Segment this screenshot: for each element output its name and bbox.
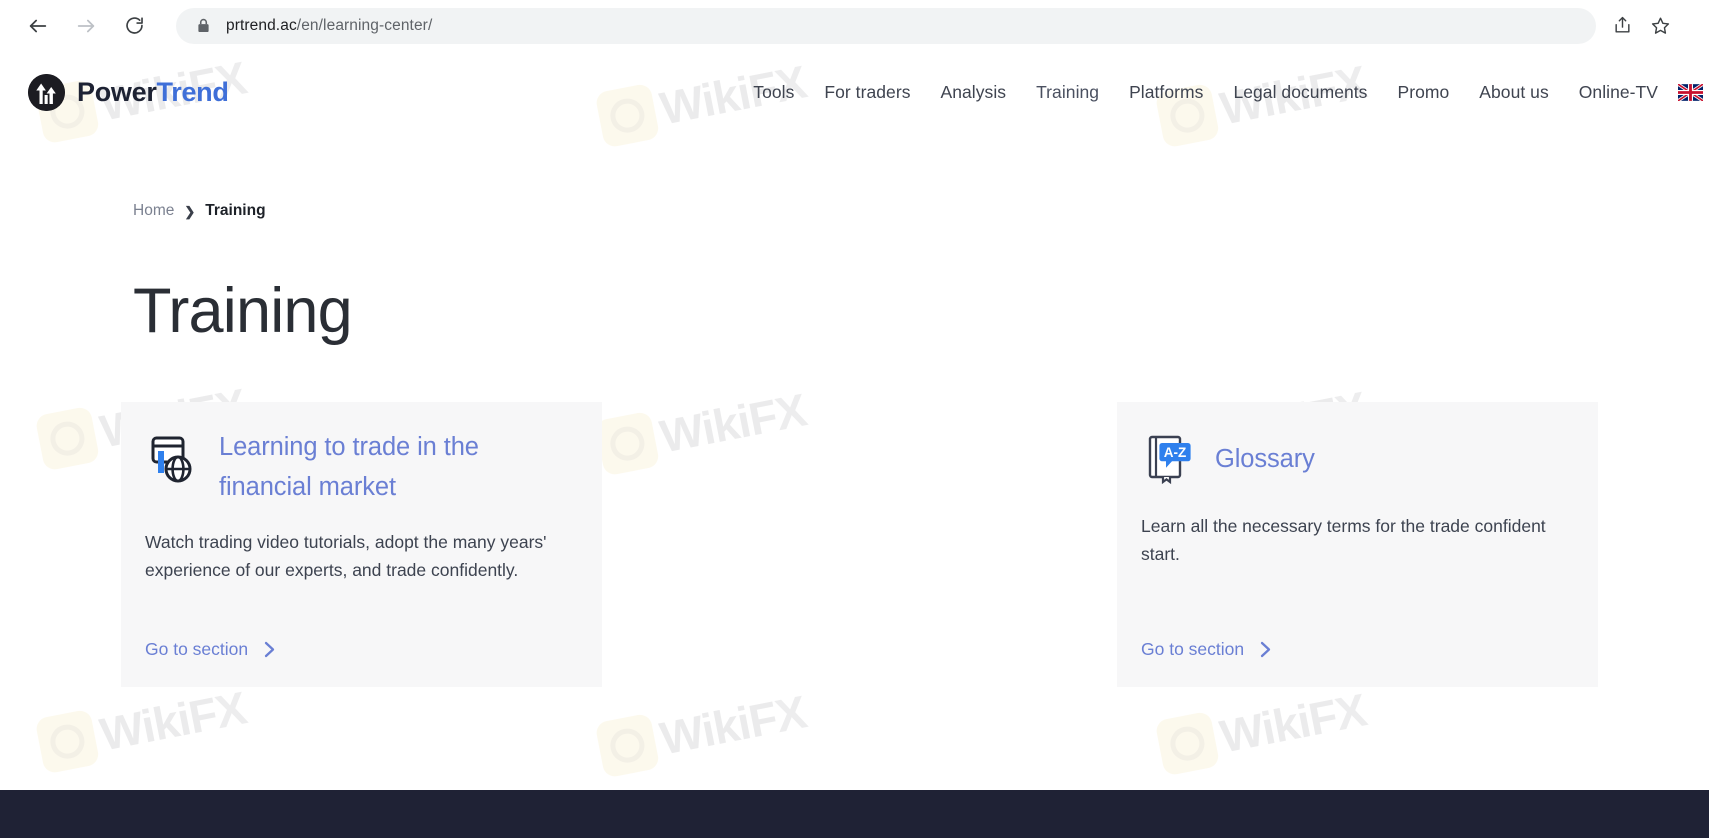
- breadcrumb: Home ❯ Training: [0, 134, 1709, 220]
- language-switcher[interactable]: [1677, 73, 1703, 113]
- card-header: Learning to trade in the financial marke…: [145, 426, 578, 507]
- svg-text:A-Z: A-Z: [1164, 445, 1187, 460]
- arrow-left-icon: [27, 15, 49, 37]
- url-text: prtrend.ac/en/learning-center/: [226, 17, 432, 35]
- address-bar[interactable]: prtrend.ac/en/learning-center/: [176, 8, 1596, 44]
- star-icon: [1651, 16, 1670, 35]
- page-title: Training: [0, 220, 1709, 344]
- card-title: Glossary: [1215, 426, 1315, 480]
- watermark: WikiFX: [1155, 682, 1371, 777]
- cards-spacer: [602, 402, 1117, 687]
- chevron-right-icon: ❯: [184, 205, 195, 218]
- browser-toolbar: prtrend.ac/en/learning-center/: [0, 0, 1709, 51]
- training-cards-row: Learning to trade in the financial marke…: [0, 402, 1709, 687]
- bookmark-button[interactable]: [1642, 8, 1678, 44]
- browser-nav-buttons: [14, 4, 158, 48]
- share-icon: [1613, 16, 1632, 35]
- card-learning-to-trade[interactable]: Learning to trade in the financial marke…: [121, 402, 602, 687]
- lock-icon: [192, 15, 214, 37]
- site-header: PowerTrend Tools For traders Analysis Tr…: [0, 51, 1709, 134]
- go-to-section-link[interactable]: Go to section: [145, 639, 275, 660]
- reload-icon: [124, 15, 145, 36]
- chevron-right-icon: [264, 641, 275, 658]
- nav-item-about-us[interactable]: About us: [1464, 76, 1563, 109]
- reload-button[interactable]: [110, 4, 158, 48]
- arrow-right-icon: [75, 15, 97, 37]
- logo-text-primary: Power: [77, 77, 157, 107]
- watermark-badge-icon: [595, 713, 661, 779]
- page-viewport: WikiFX WikiFX WikiFX WikiFX WikiFX WikiF…: [0, 51, 1709, 838]
- main-content: Home ❯ Training Training: [0, 134, 1709, 687]
- card-header: A-Z Glossary: [1141, 426, 1574, 491]
- nav-item-platforms[interactable]: Platforms: [1114, 76, 1218, 109]
- nav-item-online-tv[interactable]: Online-TV: [1564, 76, 1673, 109]
- browser-actions: [1604, 8, 1678, 44]
- logo-wordmark: PowerTrend: [77, 77, 229, 108]
- share-button[interactable]: [1604, 8, 1640, 44]
- nav-item-training[interactable]: Training: [1021, 76, 1114, 109]
- uk-flag-icon: [1678, 84, 1703, 101]
- breadcrumb-home[interactable]: Home: [133, 202, 174, 220]
- card-body-text: Watch trading video tutorials, adopt the…: [145, 529, 577, 584]
- go-to-section-link[interactable]: Go to section: [1141, 639, 1271, 660]
- card-title: Learning to trade in the financial marke…: [219, 426, 578, 507]
- back-button[interactable]: [14, 4, 62, 48]
- nav-item-analysis[interactable]: Analysis: [926, 76, 1022, 109]
- card-glossary[interactable]: A-Z Glossary Learn all the necessary ter…: [1117, 402, 1598, 687]
- card-body-text: Learn all the necessary terms for the tr…: [1141, 513, 1573, 568]
- page-footer-strip: [0, 790, 1709, 838]
- url-domain: prtrend.ac: [226, 17, 297, 34]
- nav-item-promo[interactable]: Promo: [1382, 76, 1464, 109]
- nav-item-legal-documents[interactable]: Legal documents: [1218, 76, 1382, 109]
- url-path: /en/learning-center/: [297, 17, 433, 34]
- breadcrumb-current: Training: [205, 202, 265, 220]
- forward-button[interactable]: [62, 4, 110, 48]
- go-to-section-label: Go to section: [1141, 639, 1244, 660]
- watermark-badge-icon: [35, 709, 101, 775]
- watermark: WikiFX: [595, 684, 811, 779]
- powertrend-arrows-logo-icon: [28, 74, 65, 111]
- book-a-z-glossary-icon: A-Z: [1141, 426, 1199, 491]
- nav-item-tools[interactable]: Tools: [738, 76, 809, 109]
- watermark: WikiFX: [35, 680, 251, 775]
- chevron-right-icon: [1260, 641, 1271, 658]
- watermark-badge-icon: [1155, 711, 1221, 777]
- site-logo[interactable]: PowerTrend: [28, 74, 229, 111]
- book-globe-icon: [145, 426, 203, 491]
- main-navigation: Tools For traders Analysis Training Plat…: [738, 73, 1709, 113]
- logo-text-secondary: Trend: [157, 77, 229, 107]
- go-to-section-label: Go to section: [145, 639, 248, 660]
- nav-item-for-traders[interactable]: For traders: [809, 76, 925, 109]
